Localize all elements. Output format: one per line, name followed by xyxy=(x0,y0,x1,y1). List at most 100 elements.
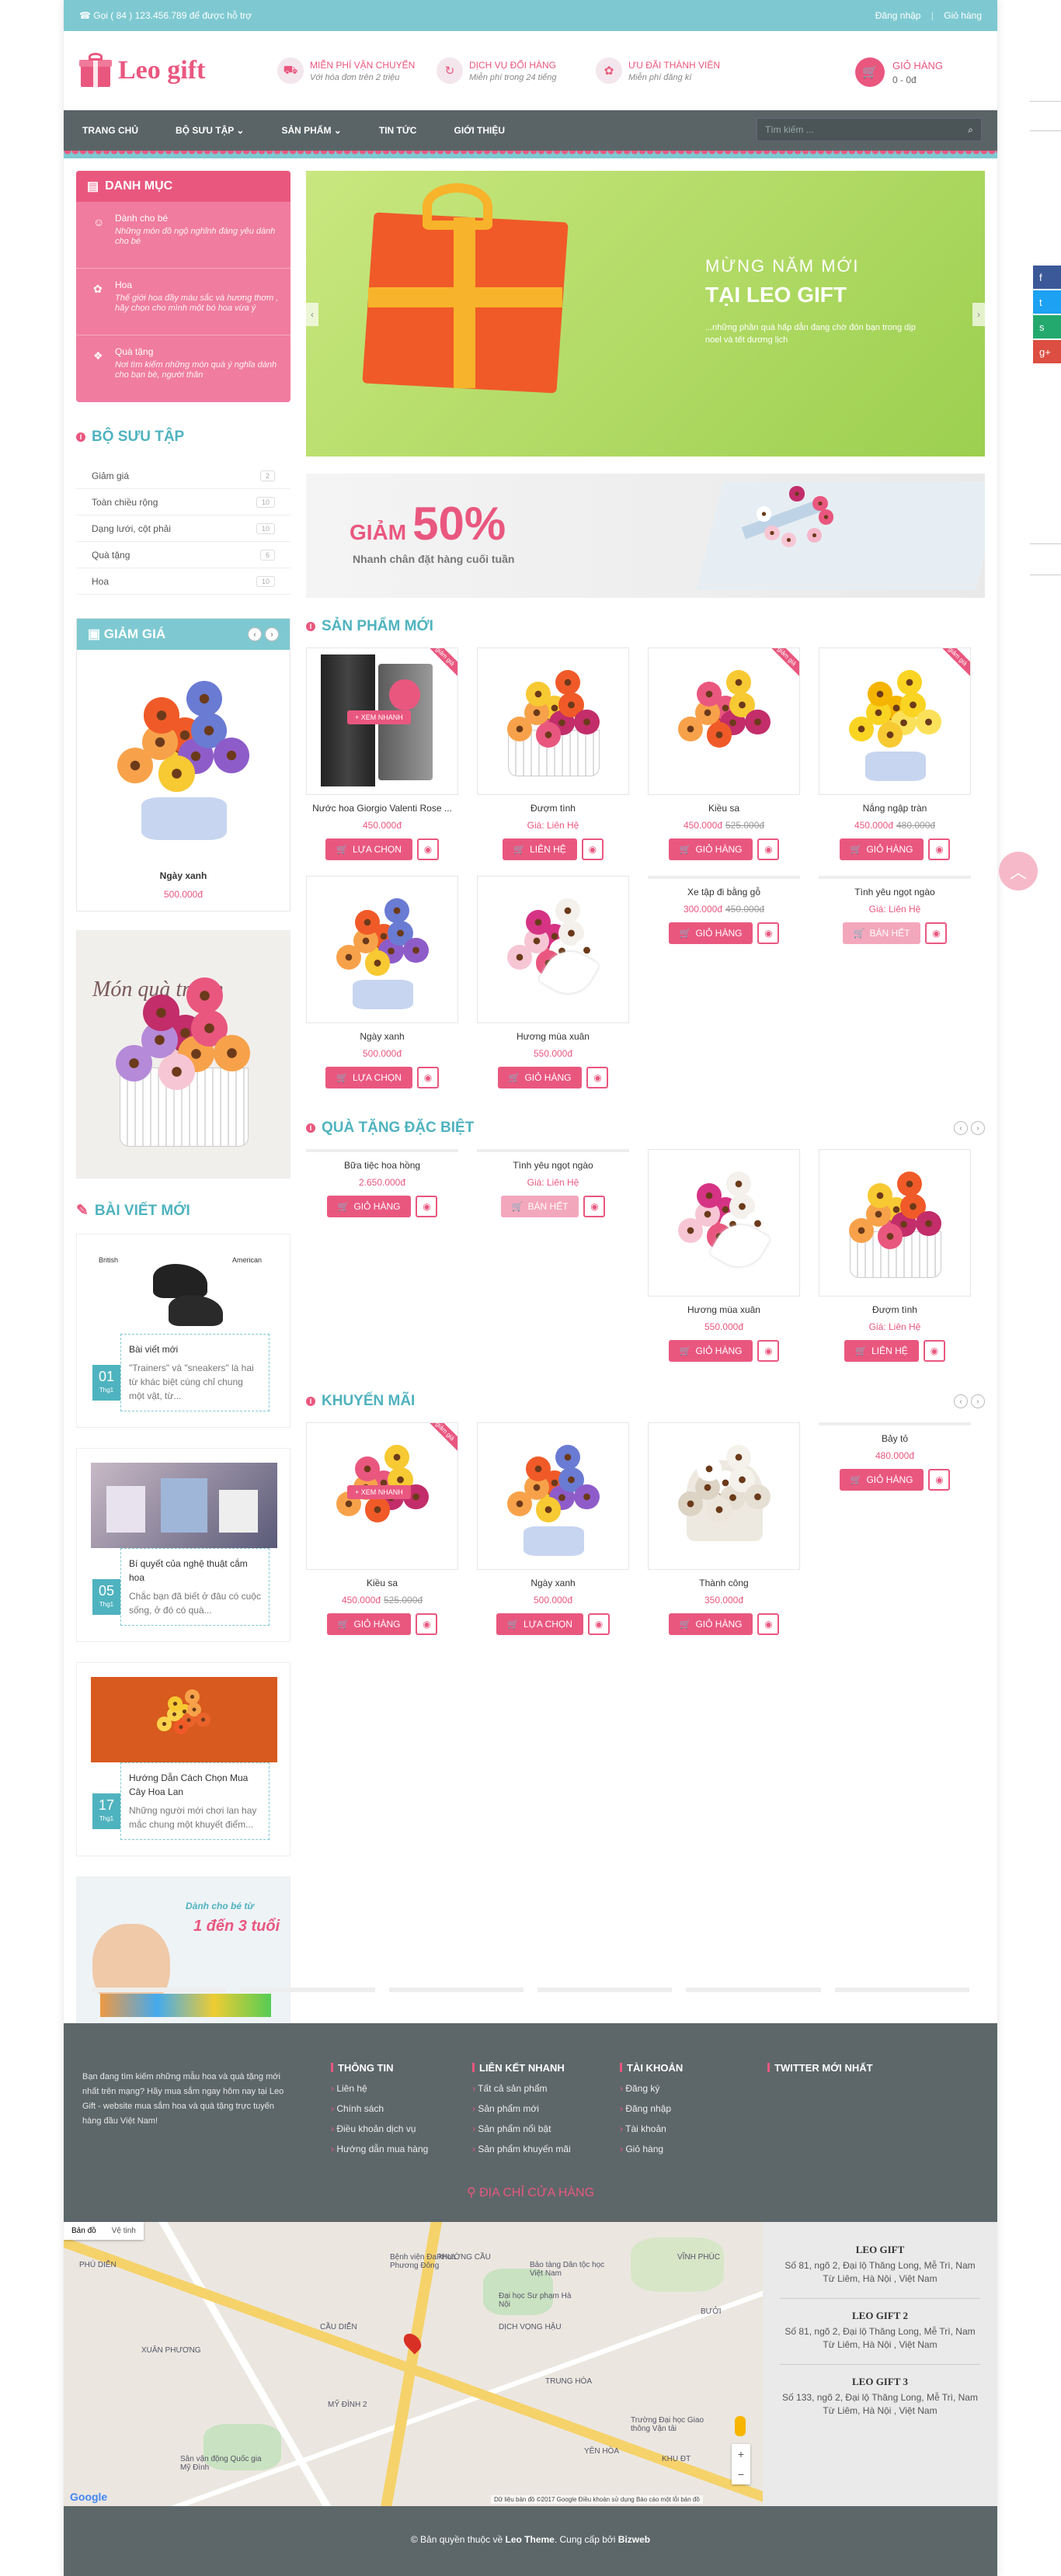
collection-item[interactable]: Hoa 10 xyxy=(76,568,290,595)
eye-icon[interactable]: ◉ xyxy=(581,838,604,860)
eye-icon[interactable]: ◉ xyxy=(928,838,951,860)
eye-icon[interactable]: ◉ xyxy=(757,1613,780,1635)
footer-link[interactable]: Tất cả sản phẩm xyxy=(472,2083,571,2094)
map-tab-map[interactable]: Bản đồ xyxy=(64,2222,104,2240)
post-title[interactable]: Bài viết mới xyxy=(129,1342,261,1356)
product-name[interactable]: Ngày xanh xyxy=(477,1578,629,1588)
footer-link[interactable]: Chính sách xyxy=(331,2103,428,2114)
product-card[interactable]: Bữa tiệc hoa hồng 2.650.000đ 🛒 GIỎ HÀNG ◉ xyxy=(306,1149,458,1362)
cart-link[interactable]: Giỏ hàng xyxy=(944,10,982,21)
product-card[interactable]: Đượm tình Giá: Liên Hệ 🛒 LIÊN HỆ ◉ xyxy=(819,1149,971,1362)
product-card[interactable]: giảm giá + XEM NHANH Kiều sa 450.000đ 525.… xyxy=(306,1422,458,1635)
product-action-button[interactable]: 🛒 BÁN HẾT xyxy=(500,1196,579,1217)
thanks-banner[interactable]: Món quà tri ân xyxy=(76,930,290,1179)
footer-link[interactable]: Điều khoản dịch vụ xyxy=(331,2123,428,2134)
product-card[interactable]: Hương mùa xuân 550.000đ 🛒 GIỎ HÀNG ◉ xyxy=(648,1149,800,1362)
post-title[interactable]: Hướng Dẫn Cách Chọn Mua Cây Hoa Lan xyxy=(129,1771,261,1799)
product-action-button[interactable]: 🛒 GIỎ HÀNG xyxy=(326,1196,412,1217)
product-card[interactable]: Tình yêu ngọt ngào Giá: Liên Hệ 🛒 BÁN HẾT… xyxy=(819,876,971,1088)
product-name[interactable]: Thành công xyxy=(648,1578,800,1588)
product-action-button[interactable]: 🛒 LIÊN HỆ xyxy=(844,1340,919,1362)
category-item-flower[interactable]: ✿ Hoa Thế giới hoa đầy màu sắc và hương … xyxy=(76,269,290,335)
product-card[interactable]: giảm giá Nắng ngập tràn 450.000đ 480.000đ… xyxy=(819,647,971,860)
product-action-button[interactable]: 🛒 LỰA CHỌN xyxy=(325,838,412,860)
category-item-baby[interactable]: ☺ Dành cho bé Những món đồ ngộ nghĩnh đá… xyxy=(76,202,290,269)
sale-product-name[interactable]: Ngày xanh xyxy=(77,870,290,881)
product-card[interactable]: Hương mùa xuân 550.000đ 🛒 GIỎ HÀNG ◉ xyxy=(477,876,629,1088)
eye-icon[interactable]: ◉ xyxy=(757,838,780,860)
eye-icon[interactable]: ◉ xyxy=(416,1196,438,1217)
prev-arrow-icon[interactable]: ‹ xyxy=(954,1394,968,1408)
next-arrow-icon[interactable]: › xyxy=(265,627,279,641)
product-image[interactable]: giảm giá xyxy=(819,647,971,795)
kids-banner[interactable]: Dành cho bé từ 1 đến 3 tuổi xyxy=(76,1876,290,2024)
post-title[interactable]: Bí quyết của nghệ thuật cắm hoa xyxy=(129,1557,261,1585)
eye-icon[interactable]: ◉ xyxy=(586,1067,609,1088)
product-name[interactable]: Đượm tình xyxy=(819,1304,971,1315)
product-card[interactable]: Thành công 350.000đ 🛒 GIỎ HÀNG ◉ xyxy=(648,1422,800,1635)
zoom-in-icon[interactable]: + xyxy=(738,2448,744,2460)
product-action-button[interactable]: 🛒 BÁN HẾT xyxy=(842,922,921,944)
product-action-button[interactable]: 🛒 GIỎ HÀNG xyxy=(668,1340,753,1362)
product-action-button[interactable]: 🛒 GIỎ HÀNG xyxy=(839,1469,924,1491)
nav-collections[interactable]: BỘ SƯU TẬP ⌄ xyxy=(176,125,244,136)
nav-home[interactable]: TRANG CHỦ xyxy=(82,125,138,136)
product-card[interactable]: Xe tập đi bằng gỗ 300.000đ 450.000đ 🛒 GIỎ … xyxy=(648,876,800,1088)
footer-link[interactable]: Sản phẩm khuyến mãi xyxy=(472,2144,570,2154)
product-card[interactable]: Bảy tỏ 480.000đ 🛒 GIỎ HÀNG ◉ xyxy=(819,1422,971,1635)
facebook-icon[interactable]: f xyxy=(1033,266,1061,289)
eye-icon[interactable]: ◉ xyxy=(925,922,948,944)
blog-post[interactable]: 17 Thg1 Hướng Dẫn Cách Chọn Mua Cây Hoa L… xyxy=(76,1662,290,1856)
twitter-icon[interactable]: t xyxy=(1033,290,1061,314)
next-arrow-icon[interactable]: › xyxy=(971,1121,985,1135)
footer-link[interactable]: Tài khoản xyxy=(620,2123,683,2134)
back-to-top-icon[interactable]: ︿ xyxy=(999,852,1038,890)
google-plus-icon[interactable]: g+ xyxy=(1033,340,1061,363)
product-name[interactable]: Tình yêu ngọt ngào xyxy=(477,1160,629,1171)
footer-link[interactable]: Đăng nhập xyxy=(620,2103,683,2114)
product-name[interactable]: Tình yêu ngọt ngào xyxy=(819,887,971,897)
product-name[interactable]: Ngày xanh xyxy=(306,1031,458,1042)
eye-icon[interactable]: ◉ xyxy=(416,838,439,860)
product-card[interactable]: Ngày xanh 500.000đ 🛒 LỰA CHỌN ◉ xyxy=(306,876,458,1088)
quick-view-button[interactable]: + XEM NHANH xyxy=(347,1485,411,1499)
product-image[interactable] xyxy=(477,1422,629,1570)
product-action-button[interactable]: 🛒 GIỎ HÀNG xyxy=(839,838,924,860)
eye-icon[interactable]: ◉ xyxy=(757,922,780,944)
slider-next-icon[interactable]: › xyxy=(972,303,985,326)
product-card[interactable]: Ngày xanh 500.000đ 🛒 LỰA CHỌN ◉ xyxy=(477,1422,629,1635)
collection-item[interactable]: Dạng lưới, cột phải 10 xyxy=(76,516,290,542)
footer-link[interactable]: Sản phẩm mới xyxy=(472,2103,571,2114)
product-image[interactable] xyxy=(477,876,629,1023)
product-action-button[interactable]: 🛒 LỰA CHỌN xyxy=(496,1613,583,1635)
footer-link[interactable]: Sản phẩm nổi bật xyxy=(472,2123,571,2134)
slider-prev-icon[interactable]: ‹ xyxy=(306,303,318,326)
blog-post[interactable]: 05 Thg1 Bí quyết của nghệ thuật cắm hoa C… xyxy=(76,1448,290,1642)
product-name[interactable]: Bữa tiệc hoa hồng xyxy=(306,1160,458,1171)
promo-banner[interactable]: GIẢM 50% Nhanh chân đặt hàng cuối tuần xyxy=(306,474,985,598)
eye-icon[interactable]: ◉ xyxy=(757,1340,780,1362)
nav-about[interactable]: GIỚI THIỆU xyxy=(454,125,505,136)
map-tab-satellite[interactable]: Vệ tinh xyxy=(104,2222,144,2240)
street-view-icon[interactable] xyxy=(735,2416,746,2436)
eye-icon[interactable]: ◉ xyxy=(587,1613,610,1635)
nav-news[interactable]: TIN TỨC xyxy=(379,125,417,136)
sale-product-image[interactable] xyxy=(77,650,290,861)
product-image[interactable]: giảm giá + XEM NHANH xyxy=(306,1422,458,1570)
product-image[interactable] xyxy=(819,1149,971,1297)
product-image[interactable] xyxy=(477,647,629,795)
footer-link[interactable]: Đăng ký xyxy=(620,2083,683,2094)
share-icon[interactable]: s xyxy=(1033,315,1061,338)
product-action-button[interactable]: 🛒 GIỎ HÀNG xyxy=(326,1613,412,1635)
blog-post[interactable]: British American 01 Thg1 Bài viết mới "Tr… xyxy=(76,1234,290,1428)
product-image[interactable] xyxy=(306,876,458,1023)
product-name[interactable]: Bảy tỏ xyxy=(819,1433,971,1444)
header-cart[interactable]: 🛒 GIỎ HÀNG 0 - 0đ xyxy=(854,57,943,87)
product-card[interactable]: Đượm tình Giá: Liên Hệ 🛒 LIÊN HỆ ◉ xyxy=(477,647,629,860)
theme-link[interactable]: Leo Theme xyxy=(505,2534,554,2545)
search-icon[interactable]: ⌕ xyxy=(968,124,973,136)
search-input[interactable]: Tìm kiếm ... ⌕ xyxy=(757,118,982,141)
next-arrow-icon[interactable]: › xyxy=(971,1394,985,1408)
footer-link[interactable]: Giỏ hàng xyxy=(620,2144,683,2154)
collection-item[interactable]: Giảm giá 2 xyxy=(76,463,290,489)
